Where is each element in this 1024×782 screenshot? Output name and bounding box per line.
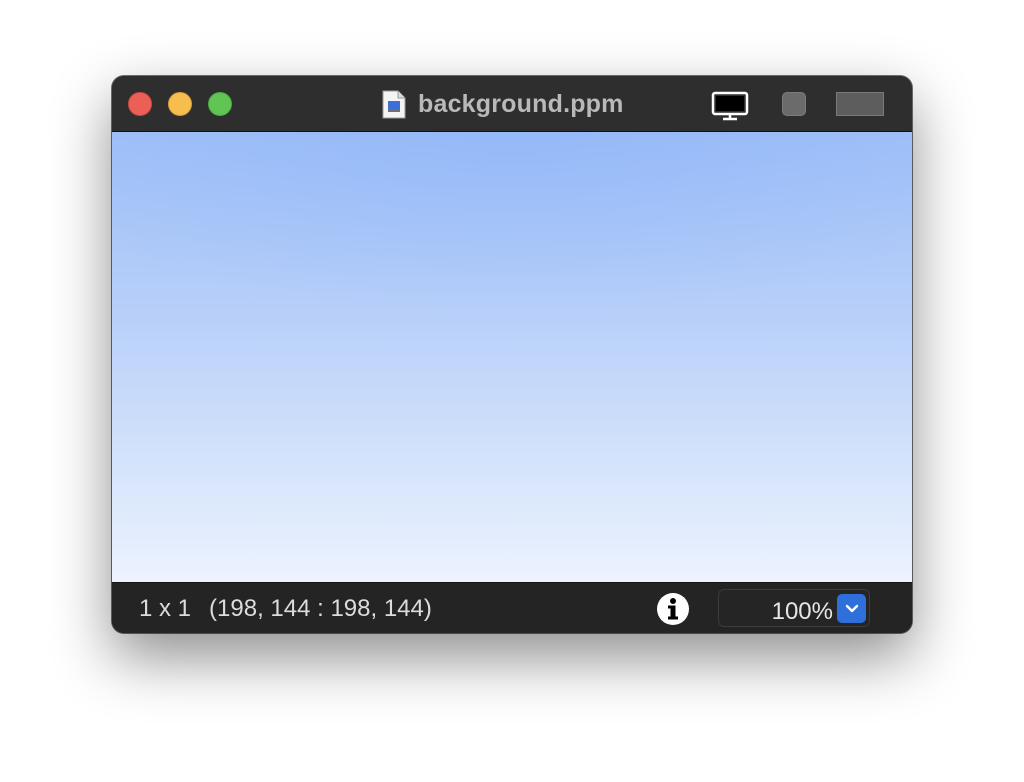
- preview-window: background.ppm 1 x 1 (198, 144 : 198, 144…: [112, 76, 912, 633]
- image-canvas[interactable]: [112, 132, 912, 582]
- selection-coordinates: (198, 144 : 198, 144): [209, 595, 432, 622]
- window-title: background.ppm: [418, 89, 624, 118]
- rectangle-icon[interactable]: [836, 92, 884, 116]
- chevron-down-icon[interactable]: [837, 594, 866, 623]
- monitor-icon[interactable]: [710, 91, 750, 121]
- window-title-group: background.ppm: [382, 88, 624, 120]
- square-icon[interactable]: [782, 92, 806, 116]
- status-info: 1 x 1 (198, 144 : 198, 144): [139, 595, 432, 623]
- zoom-dropdown[interactable]: 100%: [718, 589, 870, 627]
- status-bar: 1 x 1 (198, 144 : 198, 144) 100%: [112, 582, 912, 633]
- image-dimensions: 1 x 1: [139, 595, 192, 622]
- zoom-button[interactable]: [208, 92, 232, 116]
- minimize-button[interactable]: [168, 92, 192, 116]
- zoom-value: 100%: [771, 598, 833, 625]
- close-button[interactable]: [128, 92, 152, 116]
- title-bar[interactable]: background.ppm: [112, 76, 912, 132]
- document-icon: [382, 90, 406, 118]
- info-icon[interactable]: [656, 592, 690, 626]
